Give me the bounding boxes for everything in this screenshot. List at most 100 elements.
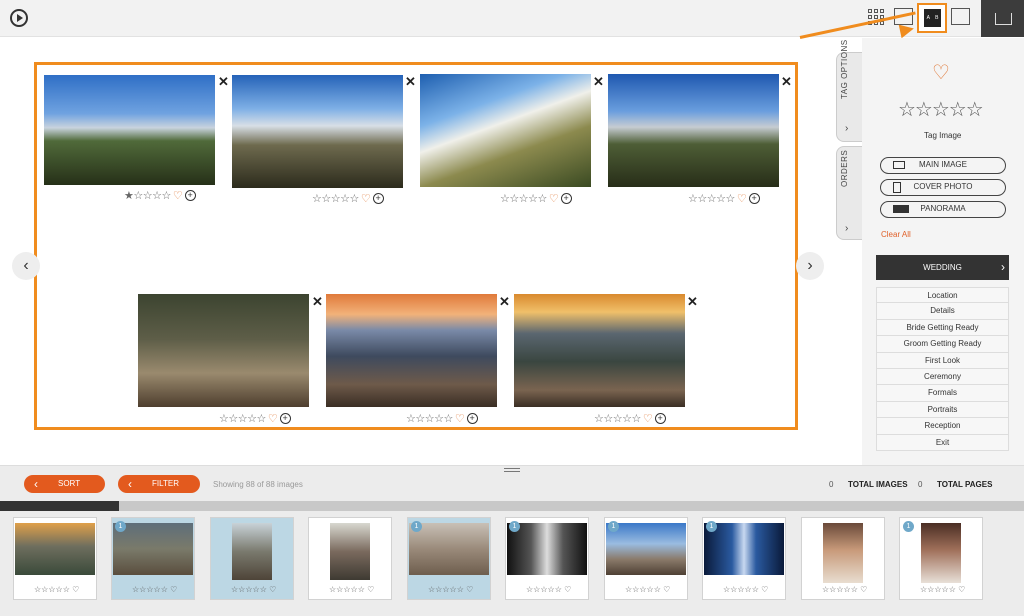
total-images-count: 0	[829, 480, 834, 489]
close-icon[interactable]: ✕	[312, 295, 323, 308]
tab-orders[interactable]: ORDERS ›	[836, 146, 862, 240]
filmstrip-card[interactable]: ☆☆☆☆☆ ♡	[308, 517, 392, 600]
add-icon[interactable]: +	[279, 412, 291, 424]
next-arrow-icon[interactable]: ›	[796, 252, 824, 280]
filmstrip-rating[interactable]: ☆☆☆☆☆ ♡	[723, 585, 768, 594]
filmstrip-rating[interactable]: ☆☆☆☆☆ ♡	[428, 585, 473, 594]
category-item[interactable]: Reception	[876, 418, 1009, 435]
rating-stars[interactable]: ☆☆☆☆☆	[500, 192, 547, 205]
close-icon[interactable]: ✕	[405, 75, 416, 88]
heart-icon[interactable]: ♡	[268, 412, 278, 425]
rating-stars[interactable]: ☆☆☆☆☆	[688, 192, 735, 205]
add-icon[interactable]: +	[560, 192, 572, 204]
ab-label-a: A	[926, 15, 930, 21]
close-icon[interactable]: ✕	[593, 75, 604, 88]
add-icon[interactable]: +	[184, 189, 196, 201]
filmstrip-card[interactable]: ☆☆☆☆☆ ♡	[801, 517, 885, 600]
previous-arrow-icon[interactable]: ‹	[12, 252, 40, 280]
usage-count-badge: 1	[903, 521, 914, 532]
tab-tag-options[interactable]: TAG OPTIONS ›	[836, 39, 862, 142]
usage-count-badge: 1	[706, 521, 717, 532]
category-item[interactable]: Location	[876, 287, 1009, 304]
rating-stars[interactable]: ★☆☆☆☆	[124, 189, 171, 202]
category-item[interactable]: Formals	[876, 385, 1009, 402]
main-image-label: MAIN IMAGE	[918, 160, 967, 169]
rating-stars[interactable]: ☆☆☆☆☆	[219, 412, 266, 425]
filmstrip-card[interactable]: 1 ☆☆☆☆☆ ♡	[702, 517, 786, 600]
filmstrip-card[interactable]: 1 ☆☆☆☆☆ ♡	[407, 517, 491, 600]
filmstrip-card[interactable]: 1 ☆☆☆☆☆ ♡	[604, 517, 688, 600]
filmstrip-rating[interactable]: ☆☆☆☆☆ ♡	[329, 585, 374, 594]
resize-handle-icon[interactable]	[504, 468, 520, 472]
main-image-button[interactable]: MAIN IMAGE	[880, 157, 1006, 174]
sort-button[interactable]: SORT	[24, 475, 105, 493]
heart-icon[interactable]: ♡	[455, 412, 465, 425]
compare-photo[interactable]	[608, 74, 779, 187]
tag-rating-stars[interactable]: ☆☆☆☆☆	[898, 97, 984, 122]
category-item[interactable]: Portraits	[876, 401, 1009, 419]
compare-photo[interactable]	[514, 294, 685, 407]
filmstrip-scrollbar[interactable]	[119, 501, 1024, 511]
filmstrip-card[interactable]: 1 ☆☆☆☆☆ ♡	[505, 517, 589, 600]
compare-photo[interactable]	[44, 75, 215, 185]
filmstrip-thumbnail	[330, 523, 370, 580]
filmstrip-card[interactable]: ☆☆☆☆☆ ♡	[13, 517, 97, 600]
close-icon[interactable]: ✕	[781, 75, 792, 88]
category-item[interactable]: Details	[876, 303, 1009, 320]
add-icon[interactable]: +	[748, 192, 760, 204]
close-icon[interactable]: ✕	[499, 295, 510, 308]
export-icon[interactable]	[981, 0, 1024, 37]
add-icon[interactable]: +	[372, 192, 384, 204]
usage-count-badge: 1	[608, 521, 619, 532]
filmstrip-card[interactable]: 1 ☆☆☆☆☆ ♡	[111, 517, 195, 600]
photo-controls: ★☆☆☆☆ ♡ +	[124, 188, 196, 202]
play-slideshow-icon[interactable]	[10, 9, 28, 27]
heart-icon[interactable]: ♡	[737, 192, 747, 205]
filmstrip-card[interactable]: 1 ☆☆☆☆☆ ♡	[899, 517, 983, 600]
heart-icon[interactable]: ♡	[643, 412, 653, 425]
compare-photo[interactable]	[326, 294, 497, 407]
category-item[interactable]: Exit	[876, 434, 1009, 451]
close-icon[interactable]: ✕	[687, 295, 698, 308]
rating-stars[interactable]: ☆☆☆☆☆	[406, 412, 453, 425]
category-item[interactable]: First Look	[876, 352, 1009, 369]
rating-stars[interactable]: ☆☆☆☆☆	[312, 192, 359, 205]
rating-stars[interactable]: ☆☆☆☆☆	[594, 412, 641, 425]
filmstrip-card[interactable]: ☆☆☆☆☆ ♡	[210, 517, 294, 600]
add-icon[interactable]: +	[654, 412, 666, 424]
compare-photo[interactable]	[138, 294, 309, 407]
filmstrip-rating[interactable]: ☆☆☆☆☆ ♡	[231, 585, 276, 594]
filmstrip-rating[interactable]: ☆☆☆☆☆ ♡	[132, 585, 177, 594]
category-item[interactable]: Ceremony	[876, 368, 1009, 386]
filmstrip-scroll-thumb[interactable]	[0, 501, 119, 511]
filmstrip-rating[interactable]: ☆☆☆☆☆ ♡	[920, 585, 965, 594]
heart-icon[interactable]: ♡	[173, 189, 183, 202]
chevron-right-icon: ›	[845, 223, 849, 234]
compare-photo[interactable]	[232, 75, 403, 188]
usage-count-badge: 1	[115, 521, 126, 532]
heart-icon[interactable]: ♡	[549, 192, 559, 205]
ab-compare-view-icon[interactable]: AB	[917, 3, 947, 33]
compare-photo[interactable]	[420, 74, 591, 187]
single-view-icon[interactable]	[951, 8, 970, 25]
close-icon[interactable]: ✕	[218, 75, 229, 88]
filter-button[interactable]: FILTER	[118, 475, 200, 493]
panorama-icon	[893, 205, 909, 213]
wedding-category-header[interactable]: WEDDING ›	[876, 255, 1009, 280]
book-icon	[893, 161, 905, 169]
filmstrip-rating[interactable]: ☆☆☆☆☆ ♡	[34, 585, 79, 594]
add-icon[interactable]: +	[466, 412, 478, 424]
filmstrip-rating[interactable]: ☆☆☆☆☆ ♡	[822, 585, 867, 594]
cover-photo-label: COVER PHOTO	[913, 182, 973, 191]
category-item[interactable]: Bride Getting Ready	[876, 319, 1009, 337]
favorite-heart-icon[interactable]: ♡	[932, 60, 950, 85]
filmstrip-rating[interactable]: ☆☆☆☆☆ ♡	[625, 585, 670, 594]
cover-photo-button[interactable]: COVER PHOTO	[880, 179, 1006, 196]
total-pages-count: 0	[918, 480, 923, 489]
filmstrip-rating[interactable]: ☆☆☆☆☆ ♡	[526, 585, 571, 594]
heart-icon[interactable]: ♡	[361, 192, 371, 205]
category-item[interactable]: Groom Getting Ready	[876, 336, 1009, 353]
panorama-button[interactable]: PANORAMA	[880, 201, 1006, 218]
clear-all-link[interactable]: Clear All	[881, 230, 911, 239]
wedding-label: WEDDING	[923, 263, 962, 272]
